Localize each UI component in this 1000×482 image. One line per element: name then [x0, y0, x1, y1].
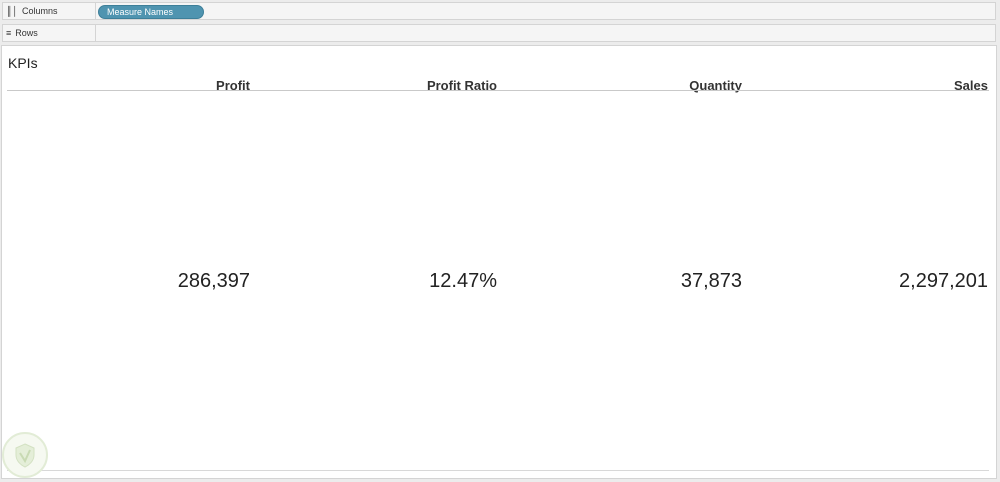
value-quantity: 37,873	[680, 270, 742, 292]
rows-label: Rows	[15, 28, 38, 38]
worksheet-view: KPIs Profit Profit Ratio Quantity Sales …	[1, 45, 997, 479]
shield-icon	[15, 443, 35, 468]
bottom-divider	[7, 470, 989, 471]
value-profit: 286,397	[177, 270, 250, 292]
value-profit-ratio: 12.47%	[429, 270, 497, 292]
columns-shelf-label-area: ║│ Columns	[3, 3, 96, 19]
columns-icon: ║│	[6, 5, 19, 16]
rows-shelf[interactable]: ≡ Rows	[2, 24, 996, 42]
rows-icon: ≡	[6, 27, 12, 38]
columns-label: Columns	[22, 6, 58, 16]
header-divider	[7, 90, 989, 91]
value-sales: 2,297,201	[899, 270, 988, 292]
rows-shelf-label-area: ≡ Rows	[3, 25, 96, 41]
sheet-title: KPIs	[8, 55, 38, 71]
measure-names-pill[interactable]: Measure Names	[98, 5, 204, 19]
columns-shelf[interactable]: ║│ Columns Measure Names	[2, 2, 996, 20]
watermark-logo	[2, 432, 48, 478]
